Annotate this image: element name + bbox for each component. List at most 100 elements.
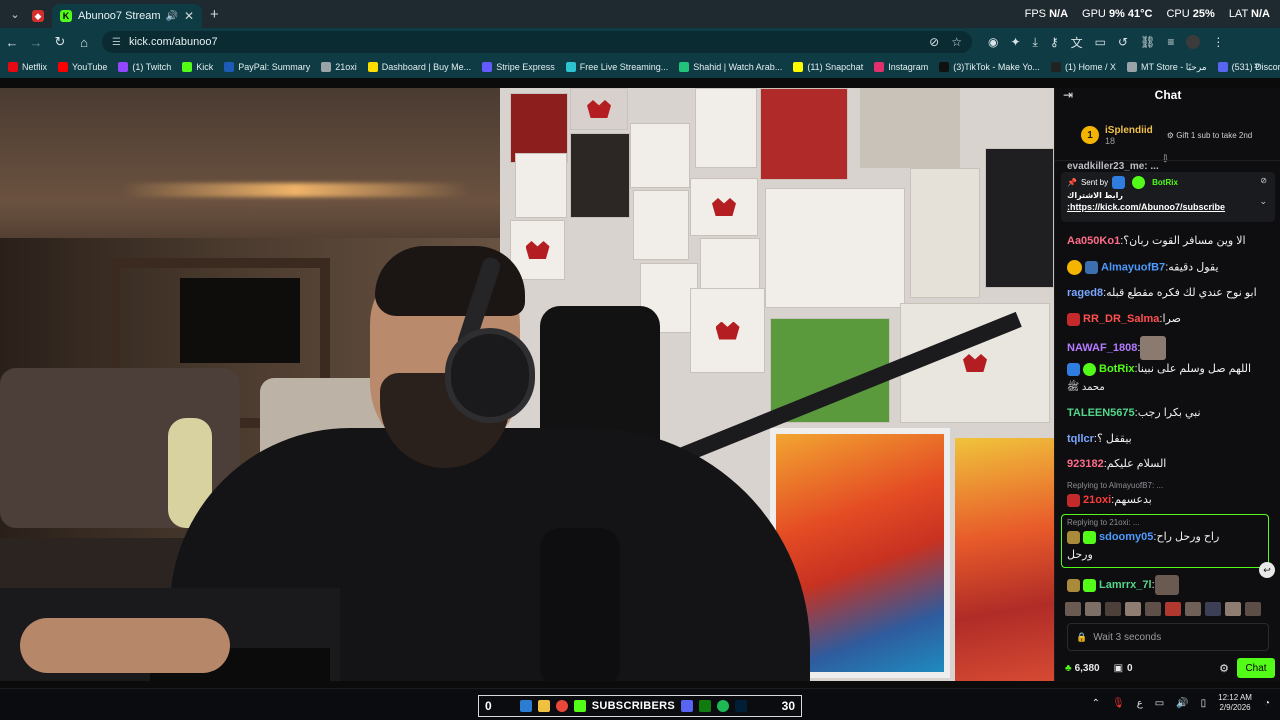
extensions-puzzle-icon[interactable]: ✦ bbox=[1010, 35, 1020, 49]
bookmarks-overflow-icon[interactable]: » bbox=[1254, 60, 1260, 72]
kick-app-icon[interactable] bbox=[573, 700, 586, 712]
bookmark-item[interactable]: (3)TikTok - Make Yo... bbox=[939, 62, 1040, 72]
bookmark-item[interactable]: Kick bbox=[182, 62, 213, 72]
gift-counter[interactable]: ▣ 0 bbox=[1114, 663, 1133, 674]
chrome-icon[interactable] bbox=[555, 700, 568, 712]
bookmark-item[interactable]: MT Store - مرحبًا bbox=[1126, 61, 1207, 73]
windows-start-icon[interactable] bbox=[519, 700, 532, 712]
bookmark-item[interactable]: Stripe Express bbox=[482, 62, 555, 72]
reply-context[interactable]: Replying to AlmayuofB7: ... bbox=[1067, 481, 1267, 490]
translate-icon[interactable]: 文 bbox=[1071, 34, 1083, 51]
volume-icon[interactable]: 🔊 bbox=[1176, 698, 1188, 709]
chat-input[interactable]: 🔒 Wait 3 seconds bbox=[1067, 623, 1269, 651]
top-gifter-name[interactable]: iSplendiid bbox=[1105, 125, 1153, 136]
file-explorer-icon[interactable] bbox=[537, 700, 550, 712]
speaker-icon[interactable]: 🔊 bbox=[165, 11, 177, 22]
chat-username[interactable]: RR_DR_Salma bbox=[1083, 313, 1159, 325]
reload-icon[interactable]: ↻ bbox=[48, 34, 72, 50]
chat-username[interactable]: Lamrrx_7l bbox=[1099, 579, 1152, 591]
emote-thumbnail[interactable] bbox=[1225, 602, 1241, 616]
bookmark-item[interactable]: Netflix bbox=[8, 62, 47, 72]
bookmark-label: (3)TikTok - Make Yo... bbox=[953, 62, 1040, 72]
eye-off-icon[interactable]: ⊘ bbox=[929, 35, 939, 49]
bookmark-favicon-icon bbox=[8, 62, 18, 72]
menu-kebab-icon[interactable]: ⋮ bbox=[1212, 35, 1224, 49]
emote-thumbnail[interactable] bbox=[1065, 602, 1081, 616]
site-info-icon[interactable]: ☰ bbox=[112, 37, 121, 48]
history-icon[interactable]: ↺ bbox=[1118, 35, 1128, 49]
channel-points[interactable]: ♣ 6,380 bbox=[1065, 663, 1100, 674]
link-icon[interactable]: ⛓ bbox=[1140, 35, 1155, 49]
tray-clock[interactable]: 12:12 AM 2/9/2026 bbox=[1218, 693, 1252, 713]
chat-settings-gear-icon[interactable]: ⚙ bbox=[1219, 662, 1229, 675]
bookmark-item[interactable]: Instagram bbox=[874, 62, 928, 72]
send-chat-button[interactable]: Chat bbox=[1237, 658, 1275, 678]
bookmark-item[interactable]: Dashboard | Buy Me... bbox=[367, 62, 471, 72]
bookmark-item[interactable]: (1) Twitch bbox=[118, 62, 171, 72]
chat-username[interactable]: raged8 bbox=[1067, 287, 1103, 299]
photoshop-icon[interactable] bbox=[735, 700, 748, 712]
back-icon[interactable]: ← bbox=[0, 35, 24, 50]
wallet-icon[interactable]: ▭ bbox=[1095, 35, 1106, 49]
chat-username[interactable]: 21oxi bbox=[1083, 494, 1111, 506]
extension-shield-icon[interactable]: ◉ bbox=[988, 35, 998, 49]
new-tab-button[interactable]: + bbox=[210, 6, 219, 23]
pinned-message-card[interactable]: 📌 Sent by BotRix رابط الاشتراك :https://… bbox=[1061, 172, 1275, 222]
emote-thumbnail[interactable] bbox=[1185, 602, 1201, 616]
reading-list-icon[interactable]: ≡ bbox=[1167, 35, 1174, 49]
profile-avatar[interactable] bbox=[1186, 35, 1201, 49]
emote-thumbnail[interactable] bbox=[1105, 602, 1121, 616]
chat-username[interactable]: Aa050Ko1 bbox=[1067, 235, 1120, 247]
bookmark-item[interactable]: Free Live Streaming... bbox=[565, 62, 668, 72]
bookmark-item[interactable]: YouTube bbox=[58, 62, 107, 72]
bookmark-item[interactable]: Shahid | Watch Arab... bbox=[679, 62, 782, 72]
key-icon[interactable]: ⚷ bbox=[1050, 35, 1059, 49]
emote-image bbox=[1154, 575, 1179, 595]
pinned-favicon-icon: ◆ bbox=[32, 10, 44, 22]
gift-sub-cta[interactable]: ⚙ Gift 1 sub to take 2nd bbox=[1167, 131, 1252, 140]
stream-video-player[interactable] bbox=[0, 88, 1054, 681]
download-icon[interactable]: ⤓ bbox=[1033, 35, 1038, 50]
emote-thumbnail[interactable] bbox=[1165, 602, 1181, 616]
emote-thumbnail[interactable] bbox=[1205, 602, 1221, 616]
emote-thumbnail[interactable] bbox=[1085, 602, 1101, 616]
notification-icon[interactable]: ◔ bbox=[1264, 698, 1270, 709]
battery-icon[interactable]: ▯ bbox=[1201, 698, 1207, 709]
bookmark-label: MT Store - مرحبًا bbox=[1140, 61, 1207, 72]
unpin-icon[interactable]: ⊘ bbox=[1260, 176, 1267, 185]
pinned-subscribe-link[interactable]: :https://kick.com/Abunoo7/subscribe bbox=[1067, 202, 1269, 212]
chat-username[interactable]: tqllcr bbox=[1067, 433, 1094, 445]
bookmark-favicon-icon bbox=[874, 62, 885, 72]
emote-thumbnail[interactable] bbox=[1145, 602, 1161, 616]
spotify-icon[interactable] bbox=[717, 700, 730, 712]
bookmarks-bar: Netflix YouTube (1) Twitch Kick PayPal: Summ… bbox=[0, 56, 1280, 78]
emote-thumbnail[interactable] bbox=[1125, 602, 1141, 616]
home-icon[interactable]: ⌂ bbox=[72, 35, 96, 50]
bookmark-item[interactable]: 21oxi bbox=[321, 62, 357, 72]
bookmark-item[interactable]: (531) Discord | Frien... bbox=[1217, 62, 1280, 72]
scroll-to-bottom-icon[interactable]: ↩ bbox=[1259, 562, 1275, 578]
tray-chevron-icon[interactable]: ⌃ bbox=[1092, 698, 1100, 709]
chat-username[interactable]: TALEEN5675 bbox=[1067, 407, 1135, 419]
network-icon[interactable]: ▭ bbox=[1155, 698, 1164, 709]
expand-pinned-icon[interactable]: ⌄ bbox=[1259, 196, 1267, 207]
bookmark-item[interactable]: PayPal: Summary bbox=[224, 62, 310, 72]
emote-thumbnail[interactable] bbox=[1245, 602, 1261, 616]
microphone-icon[interactable]: 🎙 bbox=[1112, 698, 1125, 709]
chat-username[interactable]: AlmayuofB7 bbox=[1101, 261, 1165, 273]
discord-icon[interactable] bbox=[681, 700, 694, 712]
forward-icon[interactable]: → bbox=[24, 35, 48, 50]
address-bar[interactable]: ☰ kick.com/abunoo7 ⊘ ☆ bbox=[102, 31, 972, 53]
bookmark-item[interactable]: (1) Home / X bbox=[1050, 62, 1116, 72]
close-tab-icon[interactable]: ✕ bbox=[184, 9, 194, 23]
xbox-icon[interactable] bbox=[699, 700, 712, 712]
tab-kick-stream[interactable]: K Abunoo7 Stream - Watch Li 🔊 ✕ bbox=[52, 4, 202, 28]
bookmark-star-icon[interactable]: ☆ bbox=[951, 35, 962, 49]
chat-username[interactable]: BotRix bbox=[1099, 363, 1134, 375]
input-language[interactable]: ع bbox=[1137, 698, 1143, 709]
chat-username[interactable]: NAWAF_1808 bbox=[1067, 342, 1137, 354]
bookmark-item[interactable]: (11) Snapchat bbox=[793, 62, 863, 72]
chat-username[interactable]: 923182 bbox=[1067, 458, 1104, 470]
tab-pinned[interactable]: ◆ bbox=[26, 4, 50, 28]
tab-search-button[interactable]: ⌄ bbox=[4, 3, 26, 25]
